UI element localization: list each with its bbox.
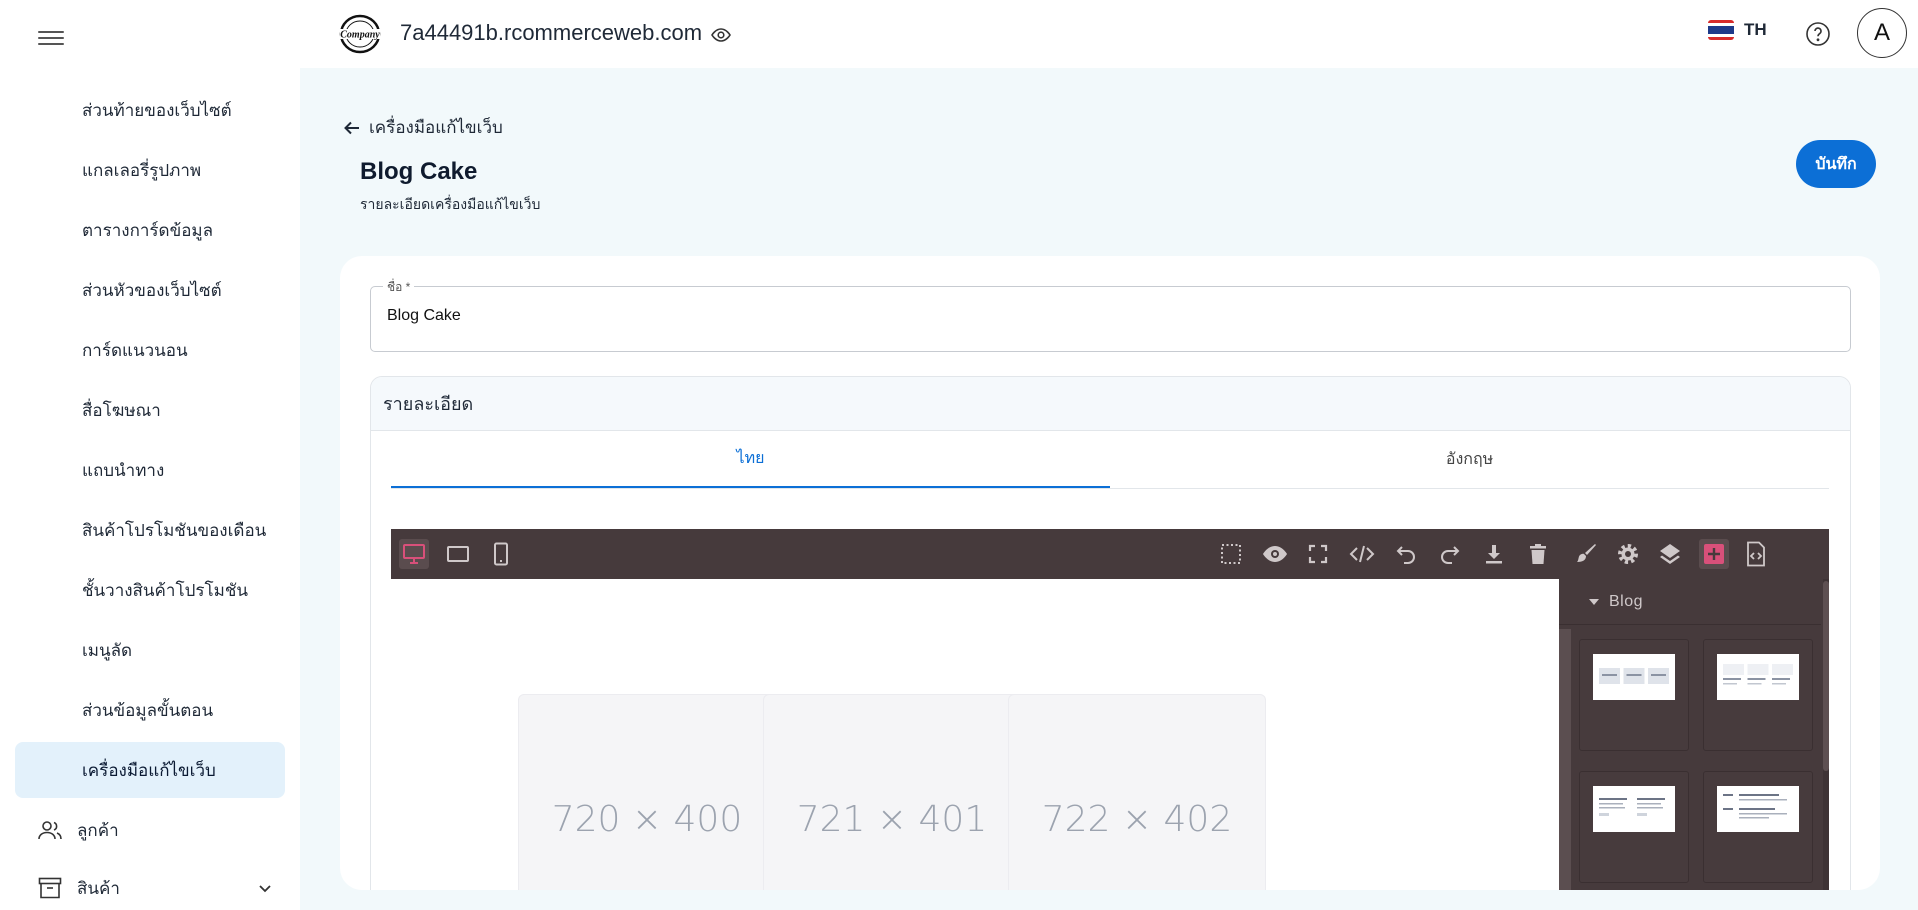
sidebar-item-label: ส่วนท้ายของเว็บไซต์ — [82, 100, 232, 120]
name-field-label: ชื่อ * — [383, 278, 415, 297]
sidebar-item-shortcut-menu[interactable]: เมนูลัด — [15, 622, 285, 678]
sidebar-item-label: สินค้า — [77, 878, 120, 898]
tablet-icon[interactable] — [443, 539, 473, 569]
blocks-category-header[interactable]: Blog — [1559, 579, 1821, 625]
image-placeholder[interactable]: 722 × 402 — [1008, 694, 1266, 890]
code-view-icon[interactable] — [1347, 539, 1377, 569]
blocks-add-icon[interactable] — [1699, 539, 1729, 569]
preview-eye-icon[interactable] — [1260, 539, 1290, 569]
sidebar-item-label: ส่วนหัวของเว็บไซต์ — [82, 280, 222, 300]
help-icon[interactable] — [1805, 21, 1831, 47]
chevron-down-icon[interactable] — [255, 878, 275, 898]
save-button[interactable]: บันทึก — [1796, 140, 1876, 188]
editor-card: ชื่อ * รายละเอียด ไทย อังกฤษ — [340, 256, 1880, 890]
sidebar-item-navbar[interactable]: แถบนำทาง — [15, 442, 285, 498]
tab-english[interactable]: อังกฤษ — [1110, 431, 1829, 488]
name-field[interactable]: ชื่อ * — [370, 278, 1851, 352]
panel-scrollbar[interactable] — [1823, 581, 1829, 771]
undo-icon[interactable] — [1391, 539, 1421, 569]
language-label: TH — [1744, 20, 1767, 39]
style-manager-brush-icon[interactable] — [1571, 539, 1601, 569]
sidebar-item-customers[interactable]: ลูกค้า — [15, 806, 285, 854]
block-thumbnail — [1717, 786, 1799, 832]
page-subtitle: รายละเอียดเครื่องมือแก้ไขเว็บ — [360, 196, 541, 212]
sidebar-item-footer[interactable]: ส่วนท้ายของเว็บไซต์ — [15, 82, 285, 138]
sidebar-item-label: ชั้นวางสินค้าโปรโมชัน — [82, 580, 249, 600]
sidebar-item-label: เครื่องมือแก้ไขเว็บ — [82, 760, 216, 780]
sidebar-item-label: สื่อโฆษณา — [82, 400, 161, 420]
site-domain: 7a44491b.rcommerceweb.com — [400, 20, 703, 45]
avatar[interactable]: A — [1857, 8, 1907, 58]
language-tabs: ไทย อังกฤษ — [391, 431, 1829, 489]
sidebar: ส่วนท้ายของเว็บไซต์ แกลเลอรี่รูปภาพ ตารา… — [0, 0, 300, 910]
redo-icon[interactable] — [1435, 539, 1465, 569]
sidebar-item-label: ส่วนข้อมูลขั้นตอน — [82, 700, 214, 720]
sidebar-item-label: การ์ดแนวนอน — [82, 340, 188, 360]
svg-text:Company: Company — [340, 30, 380, 41]
name-input[interactable] — [387, 307, 1787, 325]
blog-block-list[interactable] — [1703, 771, 1813, 883]
block-thumbnail — [1593, 786, 1675, 832]
sidebar-item-label: แถบนำทาง — [82, 460, 165, 480]
block-thumbnail — [1717, 654, 1799, 700]
sidebar-item-products[interactable]: สินค้า — [15, 864, 285, 910]
caret-down-icon — [1589, 598, 1599, 605]
sidebar-item-monthly-promo[interactable]: สินค้าโปรโมชันของเดือน — [15, 502, 285, 558]
page-title: Blog Cake — [360, 158, 478, 185]
back-link-label: เครื่องมือแก้ไขเว็บ — [369, 118, 503, 137]
sidebar-item-gallery[interactable]: แกลเลอรี่รูปภาพ — [15, 142, 285, 198]
blog-block-three-list[interactable] — [1703, 639, 1813, 751]
details-section: รายละเอียด ไทย อังกฤษ 720 × 400 721 × 40… — [370, 376, 1851, 890]
sidebar-item-card-table[interactable]: ตารางการ์ดข้อมูล — [15, 202, 285, 258]
language-selector[interactable]: TH — [1708, 20, 1767, 40]
editor-canvas[interactable]: 720 × 400 721 × 401 722 × 402 — [391, 579, 1561, 890]
sidebar-item-steps[interactable]: ส่วนข้อมูลขั้นตอน — [15, 682, 285, 738]
import-code-icon[interactable] — [1741, 539, 1771, 569]
blocks-category-label: Blog — [1609, 592, 1644, 610]
sidebar-item-label: สินค้าโปรโมชันของเดือน — [82, 520, 267, 540]
sidebar-item-promo-shelf[interactable]: ชั้นวางสินค้าโปรโมชัน — [15, 562, 285, 618]
blog-block-three-cards[interactable] — [1579, 639, 1689, 751]
settings-gear-icon[interactable] — [1613, 539, 1643, 569]
mobile-icon[interactable] — [486, 539, 516, 569]
sidebar-item-header[interactable]: ส่วนหัวของเว็บไซต์ — [15, 262, 285, 318]
image-placeholder[interactable]: 721 × 401 — [763, 694, 1021, 890]
sidebar-item-web-editor[interactable]: เครื่องมือแก้ไขเว็บ — [15, 742, 285, 798]
blocks-panel: Blog — [1559, 579, 1829, 890]
web-editor: 720 × 400 721 × 401 722 × 402 Blog — [391, 529, 1829, 890]
layers-icon[interactable] — [1655, 539, 1685, 569]
details-title: รายละเอียด — [371, 377, 1850, 431]
trash-icon[interactable] — [1523, 539, 1553, 569]
tab-thai[interactable]: ไทย — [391, 431, 1110, 488]
company-logo[interactable]: Company — [338, 14, 382, 54]
block-thumbnail — [1593, 654, 1675, 700]
users-icon — [37, 817, 63, 843]
arrow-left-icon — [344, 121, 359, 134]
sidebar-item-label: เมนูลัด — [82, 640, 133, 660]
archive-box-icon — [37, 875, 63, 901]
back-link[interactable]: เครื่องมือแก้ไขเว็บ — [343, 114, 503, 141]
panel-divider — [1559, 629, 1571, 890]
top-bar: Company 7a44491b.rcommerceweb.com TH A — [300, 0, 1918, 68]
desktop-icon[interactable] — [399, 539, 429, 569]
component-outline-icon[interactable] — [1216, 539, 1246, 569]
sidebar-item-label: แกลเลอรี่รูปภาพ — [82, 160, 202, 180]
sidebar-item-horizontal-card[interactable]: การ์ดแนวนอน — [15, 322, 285, 378]
download-icon[interactable] — [1479, 539, 1509, 569]
sidebar-item-label: ลูกค้า — [77, 820, 119, 840]
sidebar-item-label: ตารางการ์ดข้อมูล — [82, 220, 214, 240]
eye-icon[interactable] — [710, 24, 732, 46]
blog-block-two-columns[interactable] — [1579, 771, 1689, 883]
sidebar-item-ads[interactable]: สื่อโฆษณา — [15, 382, 285, 438]
image-placeholder[interactable]: 720 × 400 — [518, 694, 776, 890]
menu-icon[interactable] — [38, 27, 64, 49]
editor-toolbar — [391, 529, 1829, 579]
fullscreen-icon[interactable] — [1303, 539, 1333, 569]
thai-flag-icon — [1708, 20, 1734, 40]
